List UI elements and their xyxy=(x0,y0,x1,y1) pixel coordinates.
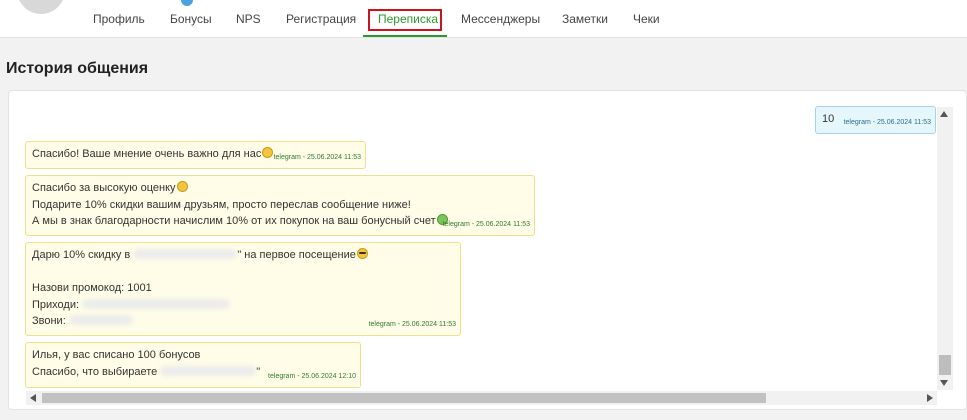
scroll-down-arrow-icon[interactable] xyxy=(940,380,948,386)
message-text: " xyxy=(256,365,261,378)
message-text: Звони: xyxy=(32,315,69,327)
message-text: Дарю 10% скидку в xyxy=(32,249,134,261)
horizontal-scroll-thumb[interactable] xyxy=(42,393,766,403)
redacted-text xyxy=(68,315,133,325)
message-text: Назови промокод: 1001 xyxy=(32,282,152,294)
tab-nps[interactable]: NPS xyxy=(236,12,261,26)
tab-receipts[interactable]: Чеки xyxy=(633,12,660,26)
redacted-text xyxy=(160,365,257,376)
message-text: Приходи: xyxy=(32,298,83,311)
message-text: " на первое посещение xyxy=(237,249,356,261)
top-navigation-bar: Профиль Бонусы NPS Регистрация Переписка… xyxy=(0,0,967,38)
message-text: Подарите 10% скидки вашим друзьям, прост… xyxy=(32,198,411,211)
tab-bonuses[interactable]: Бонусы xyxy=(170,12,212,26)
chat-message-incoming: Дарю 10% скидку в " на первое посещение … xyxy=(25,242,461,336)
vertical-scrollbar[interactable] xyxy=(937,107,953,390)
chat-message-incoming: Илья, у вас списано 100 бонусов Спасибо,… xyxy=(25,342,361,388)
message-text xyxy=(32,264,454,281)
status-dot-icon xyxy=(181,0,193,6)
active-tab-highlight xyxy=(368,9,442,31)
tab-messengers[interactable]: Мессенджеры xyxy=(461,12,540,26)
smile-emoji-icon xyxy=(262,147,274,158)
tab-notes[interactable]: Заметки xyxy=(562,12,608,26)
message-text: Илья, у вас списано 100 бонусов xyxy=(32,349,201,361)
message-text: Спасибо! Ваше мнение очень важно для нас xyxy=(32,148,262,160)
chat-message-incoming: Спасибо за высокую оценку Подарите 10% с… xyxy=(25,175,535,236)
active-tab-underline xyxy=(363,35,447,37)
redacted-text xyxy=(82,298,231,309)
tab-profile[interactable]: Профиль xyxy=(93,12,145,26)
chat-message-outgoing: 10 telegram - 25.06.2024 11:53 xyxy=(815,106,936,134)
horizontal-scrollbar[interactable] xyxy=(26,391,937,405)
chat-message-incoming: Спасибо! Ваше мнение очень важно для нас… xyxy=(25,141,366,169)
redacted-text xyxy=(133,249,238,259)
message-text: Спасибо за высокую оценку xyxy=(32,182,176,194)
message-meta: telegram - 25.06.2024 11:53 xyxy=(843,118,931,126)
message-meta: telegram - 25.06.2024 12:10 xyxy=(268,372,356,380)
avatar xyxy=(17,0,65,14)
sunglasses-emoji-icon xyxy=(356,248,368,259)
message-meta: telegram - 25.06.2024 11:53 xyxy=(368,320,456,328)
scroll-right-arrow-icon[interactable] xyxy=(927,394,933,402)
message-meta: telegram - 25.06.2024 11:53 xyxy=(273,153,361,161)
section-title: История общения xyxy=(6,60,149,77)
message-meta: telegram - 25.06.2024 11:53 xyxy=(442,220,530,228)
grin-emoji-icon xyxy=(176,181,188,192)
scroll-left-arrow-icon[interactable] xyxy=(30,394,36,402)
message-text: Спасибо, что выбираете xyxy=(32,365,161,378)
message-text: А мы в знак благодарности начислим 10% о… xyxy=(32,215,436,227)
tab-registration[interactable]: Регистрация xyxy=(286,12,356,26)
scroll-up-arrow-icon[interactable] xyxy=(940,111,948,117)
vertical-scroll-thumb[interactable] xyxy=(939,355,951,375)
